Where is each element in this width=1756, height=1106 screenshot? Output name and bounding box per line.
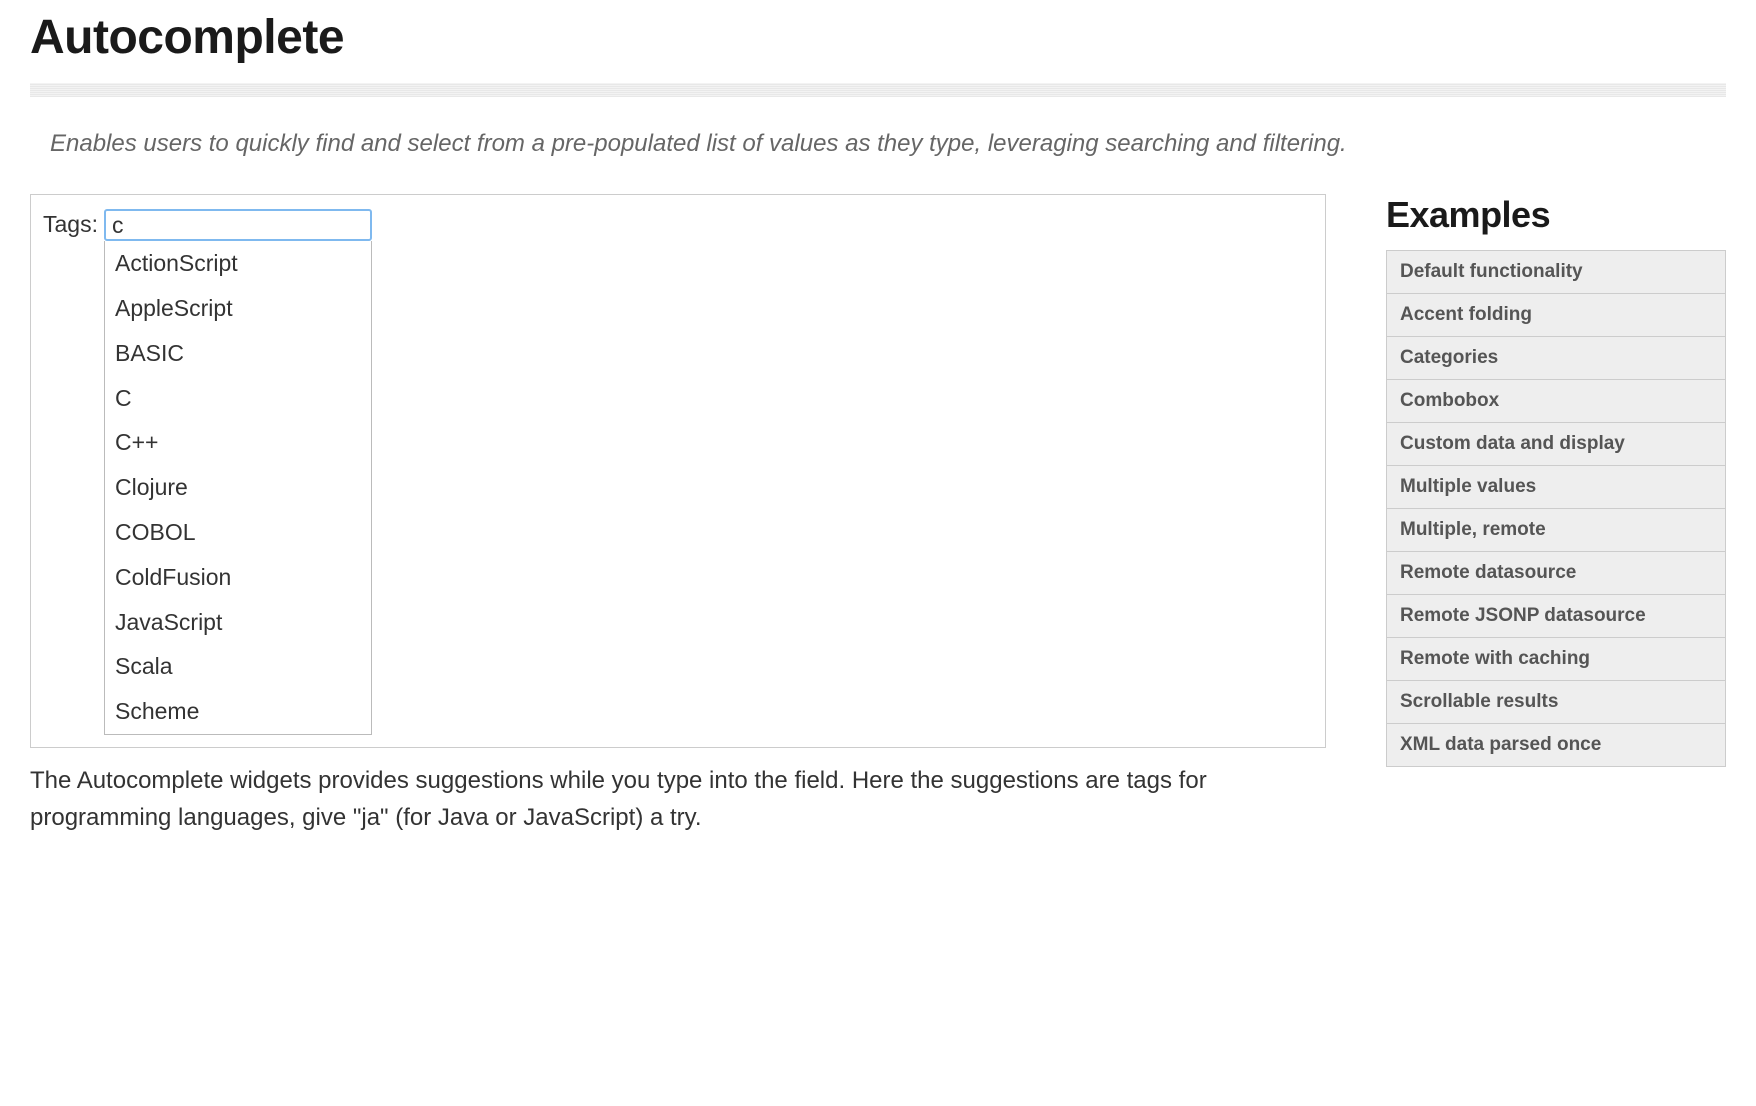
example-link-accent-folding[interactable]: Accent folding <box>1386 294 1726 337</box>
autocomplete-item[interactable]: Scala <box>105 644 371 689</box>
example-link-remote-datasource[interactable]: Remote datasource <box>1386 552 1726 595</box>
autocomplete-item[interactable]: AppleScript <box>105 286 371 331</box>
tags-field-row: Tags: ActionScript AppleScript BASIC C C… <box>43 209 1313 241</box>
demo-box: Tags: ActionScript AppleScript BASIC C C… <box>30 194 1326 748</box>
example-link-remote-jsonp-datasource[interactable]: Remote JSONP datasource <box>1386 595 1726 638</box>
autocomplete-item[interactable]: C <box>105 376 371 421</box>
tags-label: Tags: <box>43 209 98 239</box>
autocomplete-dropdown: ActionScript AppleScript BASIC C C++ Clo… <box>104 241 372 735</box>
page-description: Enables users to quickly find and select… <box>50 125 1706 162</box>
demo-after-text: The Autocomplete widgets provides sugges… <box>30 762 1326 836</box>
example-link-xml-data-parsed-once[interactable]: XML data parsed once <box>1386 724 1726 767</box>
tags-input[interactable] <box>104 209 372 241</box>
page-title: Autocomplete <box>30 10 1726 65</box>
autocomplete-item[interactable]: ColdFusion <box>105 555 371 600</box>
example-link-multiple-remote[interactable]: Multiple, remote <box>1386 509 1726 552</box>
autocomplete-item[interactable]: ActionScript <box>105 241 371 286</box>
main-area: Tags: ActionScript AppleScript BASIC C C… <box>30 194 1726 836</box>
autocomplete-item[interactable]: JavaScript <box>105 600 371 645</box>
example-link-multiple-values[interactable]: Multiple values <box>1386 466 1726 509</box>
examples-title: Examples <box>1386 194 1726 236</box>
autocomplete-item[interactable]: BASIC <box>105 331 371 376</box>
autocomplete-item[interactable]: COBOL <box>105 510 371 555</box>
tags-field-wrap: ActionScript AppleScript BASIC C C++ Clo… <box>104 209 372 241</box>
example-link-scrollable-results[interactable]: Scrollable results <box>1386 681 1726 724</box>
example-link-combobox[interactable]: Combobox <box>1386 380 1726 423</box>
examples-list: Default functionality Accent folding Cat… <box>1386 250 1726 767</box>
title-divider <box>30 83 1726 97</box>
example-link-default-functionality[interactable]: Default functionality <box>1386 251 1726 294</box>
example-link-custom-data-and-display[interactable]: Custom data and display <box>1386 423 1726 466</box>
autocomplete-item[interactable]: Clojure <box>105 465 371 510</box>
examples-sidebar: Examples Default functionality Accent fo… <box>1386 194 1726 836</box>
autocomplete-item[interactable]: Scheme <box>105 689 371 734</box>
example-link-categories[interactable]: Categories <box>1386 337 1726 380</box>
demo-column: Tags: ActionScript AppleScript BASIC C C… <box>30 194 1326 836</box>
autocomplete-item[interactable]: C++ <box>105 420 371 465</box>
example-link-remote-with-caching[interactable]: Remote with caching <box>1386 638 1726 681</box>
